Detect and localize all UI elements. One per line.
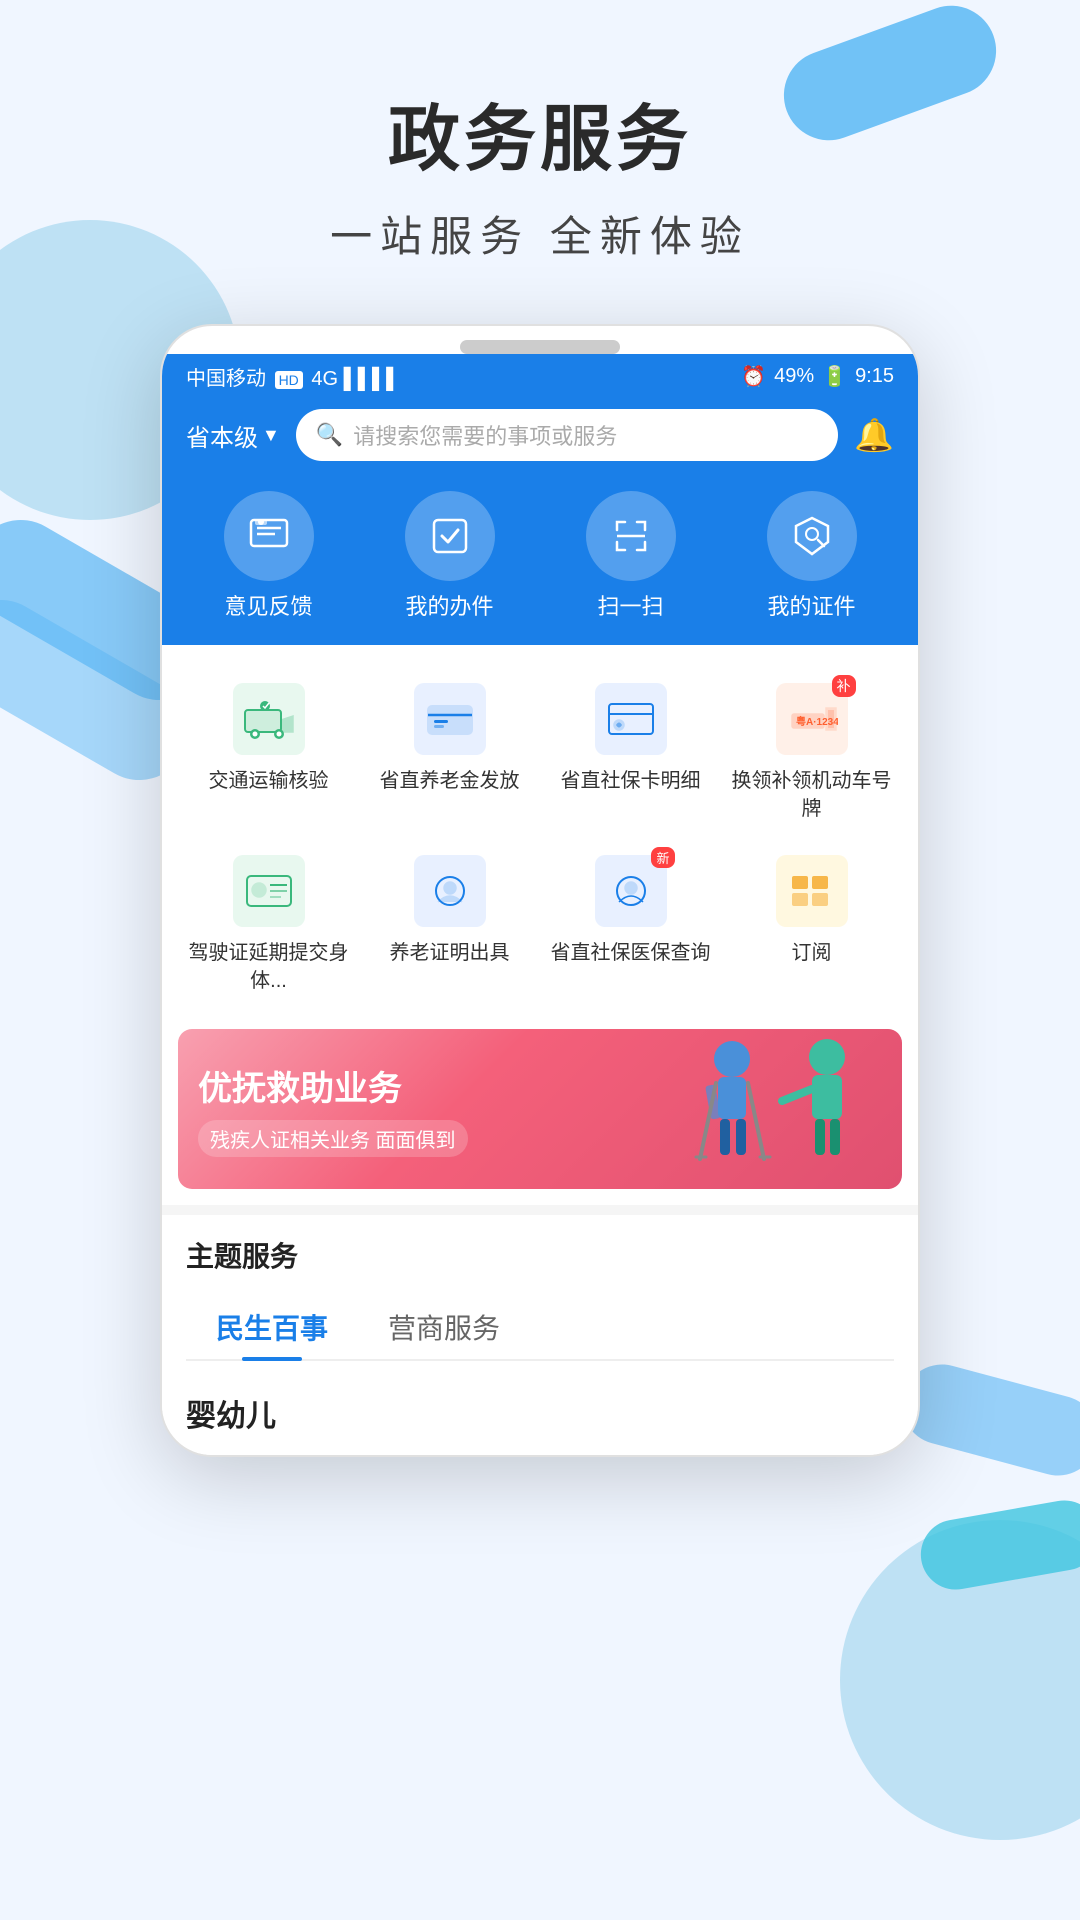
subscribe-svg — [786, 870, 838, 912]
location-label: 省本级 — [186, 418, 258, 453]
license-label: 驾驶证延期提交身体... — [186, 939, 351, 995]
bg-decoration-5 — [840, 1520, 1080, 1840]
notification-bell-icon[interactable]: 🔔 — [854, 416, 894, 454]
pension-cert-icon — [414, 855, 486, 927]
social-medical-badge: 新 — [651, 847, 674, 868]
battery-icon: 🔋 — [822, 364, 847, 389]
banner-title: 优抚救助业务 — [198, 1061, 468, 1110]
scan-svg-icon — [609, 514, 653, 558]
social-card-icon-wrap — [591, 679, 671, 759]
page-subtitle: 一站服务 全新体验 — [0, 203, 1080, 264]
battery-label: 49% — [774, 365, 814, 388]
service-item-pension-cert[interactable]: 养老证明出具 — [359, 837, 540, 1009]
banner-subtitle: 残疾人证相关业务 面面俱到 — [198, 1120, 468, 1157]
service-item-subscribe[interactable]: 订阅 — [721, 837, 902, 1009]
sub-category-label: 婴幼儿 — [186, 1381, 894, 1455]
social-card-label: 省直社保卡明细 — [561, 767, 701, 795]
theme-section-title: 主题服务 — [186, 1235, 894, 1275]
subscribe-icon-wrap — [772, 851, 852, 931]
service-grid: 交通运输核验 省直养老金发放 — [162, 645, 918, 1019]
scan-icon-wrap — [586, 491, 676, 581]
phone-mockup: 中国移动 HD 4G ▌▌▌▌ ⏰ 49% 🔋 9:15 省本级 ▼ 🔍 请搜索… — [160, 324, 920, 1457]
subscribe-icon — [776, 855, 848, 927]
quick-action-mywork[interactable]: 我的办件 — [405, 491, 495, 621]
bg-decoration-6 — [915, 1495, 1080, 1595]
page-header: 政务服务 一站服务 全新体验 — [0, 0, 1080, 264]
content-area: 交通运输核验 省直养老金发放 — [162, 645, 918, 1455]
pension-cert-label: 养老证明出具 — [390, 939, 510, 967]
status-right: ⏰ 49% 🔋 9:15 — [741, 364, 894, 389]
page-title: 政务服务 — [0, 80, 1080, 185]
theme-tabs: 民生百事 营商服务 — [186, 1295, 894, 1361]
quick-action-scan[interactable]: 扫一扫 — [586, 491, 676, 621]
banner-figures-svg — [672, 1029, 892, 1189]
pension-pay-label: 省直养老金发放 — [380, 767, 520, 795]
social-medical-icon-wrap: 新 — [591, 851, 671, 931]
mycert-icon-wrap — [767, 491, 857, 581]
pension-pay-icon — [414, 683, 486, 755]
license-icon-wrap — [229, 851, 309, 931]
service-item-plate[interactable]: 粤A·1234 补 换领补领机动车号牌 — [721, 665, 902, 837]
pension-pay-svg — [424, 698, 476, 740]
social-card-svg — [605, 698, 657, 740]
app-header: 省本级 ▼ 🔍 请搜索您需要的事项或服务 🔔 — [162, 399, 918, 481]
phone-notch — [460, 340, 620, 354]
pension-cert-icon-wrap — [410, 851, 490, 931]
tab-livelihood[interactable]: 民生百事 — [186, 1295, 358, 1359]
subscribe-label: 订阅 — [792, 939, 832, 967]
license-svg — [243, 870, 295, 912]
plate-badge: 补 — [832, 675, 856, 697]
status-bar: 中国移动 HD 4G ▌▌▌▌ ⏰ 49% 🔋 9:15 — [162, 354, 918, 399]
theme-section: 主题服务 民生百事 营商服务 婴幼儿 — [162, 1215, 918, 1455]
bg-decoration-7 — [893, 1355, 1080, 1484]
quick-actions-bar: 意见反馈 我的办件 扫一扫 — [162, 481, 918, 645]
alarm-icon: ⏰ — [741, 364, 766, 389]
service-item-social-card[interactable]: 省直社保卡明细 — [540, 665, 721, 837]
service-item-license[interactable]: 驾驶证延期提交身体... — [178, 837, 359, 1009]
quick-action-mycert[interactable]: 我的证件 — [767, 491, 857, 621]
social-medical-label: 省直社保医保查询 — [551, 939, 711, 967]
location-selector[interactable]: 省本级 ▼ — [186, 418, 280, 453]
transport-icon-wrap — [229, 679, 309, 759]
feedback-icon-wrap — [224, 491, 314, 581]
banner-illustration — [672, 1029, 892, 1189]
banner-text: 优抚救助业务 残疾人证相关业务 面面俱到 — [178, 1041, 488, 1177]
feedback-label: 意见反馈 — [224, 589, 312, 621]
service-item-social-medical[interactable]: 新 省直社保医保查询 — [540, 837, 721, 1009]
mycert-label: 我的证件 — [767, 589, 855, 621]
mywork-label: 我的办件 — [405, 589, 493, 621]
transport-icon — [233, 683, 305, 755]
plate-icon-wrap: 粤A·1234 补 — [772, 679, 852, 759]
mycert-svg-icon — [790, 514, 834, 558]
search-icon: 🔍 — [316, 422, 343, 448]
section-divider — [162, 1205, 918, 1215]
promo-banner[interactable]: 优抚救助业务 残疾人证相关业务 面面俱到 — [178, 1029, 902, 1189]
service-item-pension-pay[interactable]: 省直养老金发放 — [359, 665, 540, 837]
scan-label: 扫一扫 — [597, 589, 663, 621]
service-item-transport[interactable]: 交通运输核验 — [178, 665, 359, 837]
transport-label: 交通运输核验 — [209, 767, 329, 795]
search-placeholder-text: 请搜索您需要的事项或服务 — [353, 419, 617, 451]
social-card-icon — [595, 683, 667, 755]
dropdown-arrow-icon: ▼ — [262, 425, 280, 446]
plate-svg: 粤A·1234 — [786, 698, 838, 740]
carrier-label: 中国移动 HD 4G ▌▌▌▌ — [186, 362, 400, 391]
pension-cert-svg — [424, 870, 476, 912]
search-bar[interactable]: 🔍 请搜索您需要的事项或服务 — [296, 409, 838, 461]
transport-svg — [243, 698, 295, 740]
tab-business[interactable]: 营商服务 — [358, 1295, 530, 1359]
mywork-svg-icon — [428, 514, 472, 558]
social-medical-svg — [605, 870, 657, 912]
mywork-icon-wrap — [405, 491, 495, 581]
plate-label: 换领补领机动车号牌 — [729, 767, 894, 823]
pension-pay-icon-wrap — [410, 679, 490, 759]
time-label: 9:15 — [855, 365, 894, 388]
feedback-svg-icon — [247, 514, 291, 558]
license-icon — [233, 855, 305, 927]
quick-action-feedback[interactable]: 意见反馈 — [224, 491, 314, 621]
hd-badge: HD — [275, 371, 303, 389]
